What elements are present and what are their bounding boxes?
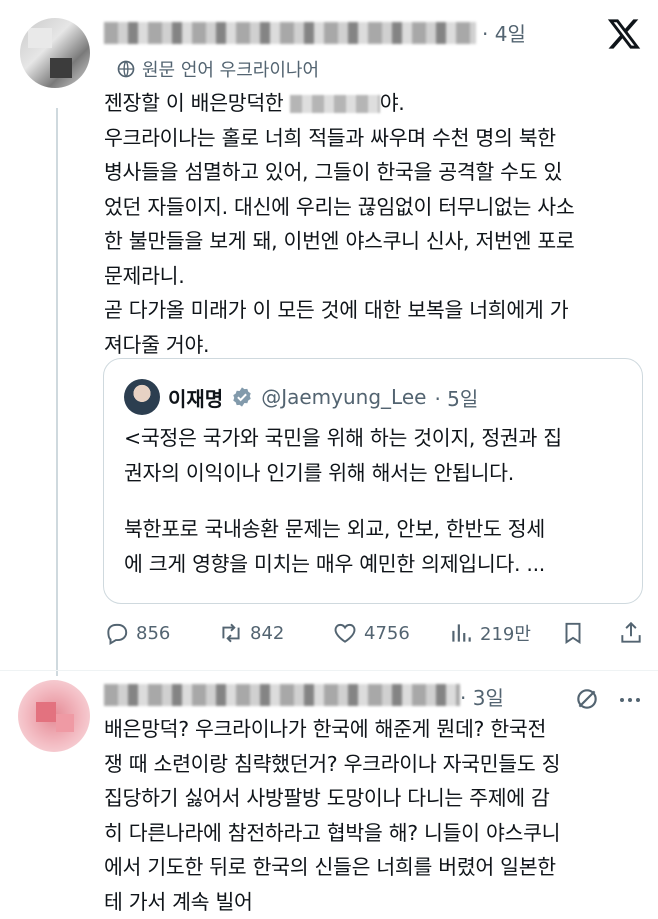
tweet-line: 야.: [380, 91, 405, 115]
tweet-line: 문제라니.: [104, 259, 652, 294]
redacted-text: [290, 95, 380, 113]
reply-line: 집당하기 싫어서 사방팔방 도망이나 다니는 주제에 감: [104, 781, 652, 816]
verified-badge-icon: [231, 386, 253, 408]
globe-icon: [116, 59, 136, 79]
tweet-line: 곧 다가올 미래가 이 모든 것에 대한 보복을 너희에게 가: [104, 293, 652, 328]
bookmark-button[interactable]: [560, 620, 586, 646]
views-count: 219만: [480, 620, 531, 646]
tweet-line: 병사들을 섬멸하고 있어, 그들이 한국을 공격할 수도 있: [104, 155, 652, 190]
x-logo-icon[interactable]: [606, 16, 642, 52]
analytics-icon: [448, 620, 474, 646]
tweet-divider: [0, 670, 658, 671]
reply-line: 배은망덕? 우크라이나가 한국에 해준게 뭔데? 한국전: [104, 712, 652, 747]
more-options-icon[interactable]: [618, 690, 642, 710]
tweet-body: 젠장할 이 배은망덕한 야. 우크라이나는 홀로 너희 적들과 싸우며 수천 명…: [104, 86, 652, 362]
tweet-line: 었던 자들이지. 대신에 우리는 끊임없이 터무니없는 사소: [104, 190, 652, 225]
bookmark-icon: [560, 620, 586, 646]
quoted-line: 북한포로 국내송환 문제는 외교, 안보, 한반도 정세: [124, 512, 624, 547]
avatar[interactable]: [20, 18, 90, 88]
share-button[interactable]: [618, 620, 644, 646]
retweet-count: 842: [250, 623, 284, 644]
quoted-body: <국정은 국가와 국민을 위해 하는 것이지, 정권과 집 권자의 이익이나 인…: [124, 421, 624, 581]
retweet-button[interactable]: 842: [218, 620, 284, 646]
reply-button[interactable]: 856: [104, 620, 170, 646]
share-icon: [618, 620, 644, 646]
like-button[interactable]: 4756: [332, 620, 410, 646]
reply-line: 에서 기도한 뒤로 한국의 신들은 너희를 버렸어 일본한: [104, 850, 652, 885]
tweet-line: 져다줄 거야.: [104, 328, 652, 363]
avatar[interactable]: [18, 680, 90, 752]
quoted-line: 권자의 이익이나 인기를 위해 해서는 안됩니다.: [124, 456, 624, 491]
quoted-line: 에 크게 영향을 미치는 매우 예민한 의제입니다. ...: [124, 547, 624, 582]
views-button[interactable]: 219만: [448, 620, 531, 646]
translation-notice[interactable]: 원문 언어 우크라이나어: [116, 56, 319, 82]
quoted-tweet-card[interactable]: 이재명 @Jaemyung_Lee · 5일 <국정은 국가와 국민을 위해 하…: [103, 358, 643, 604]
reply-line: 히 다른나라에 참전하라고 협박을 해? 니들이 야스쿠니: [104, 816, 652, 851]
reply-line: 테 가서 계속 빌어: [104, 885, 652, 919]
grok-icon[interactable]: [574, 686, 600, 712]
heart-icon: [332, 620, 358, 646]
quoted-handle: @Jaemyung_Lee: [261, 385, 426, 409]
tweet-line: 젠장할 이 배은망덕한: [104, 91, 283, 115]
tweet-timestamp[interactable]: · 3일: [460, 682, 504, 711]
tweet-timestamp[interactable]: · 4일: [482, 18, 526, 47]
quoted-timestamp: · 5일: [434, 383, 478, 412]
translation-label: 원문 언어 우크라이나어: [142, 56, 319, 82]
quoted-display-name: 이재명: [168, 383, 223, 412]
redacted-username[interactable]: [104, 684, 460, 706]
quoted-avatar: [124, 379, 160, 415]
reply-icon: [104, 620, 130, 646]
tweet-line: 한 불만들을 보게 돼, 이번엔 야스쿠니 신사, 저번엔 포로: [104, 224, 652, 259]
reply-count: 856: [136, 623, 170, 644]
retweet-icon: [218, 620, 244, 646]
action-bar: 856 842 4756 219만: [104, 616, 644, 650]
quoted-line: <국정은 국가와 국민을 위해 하는 것이지, 정권과 집: [124, 421, 624, 456]
reply-body: 배은망덕? 우크라이나가 한국에 해준게 뭔데? 한국전 쟁 때 소련이랑 침략…: [104, 712, 652, 919]
thread-connector-line: [56, 108, 58, 676]
redacted-username[interactable]: [104, 22, 476, 44]
tweet-line: 우크라이나는 홀로 너희 적들과 싸우며 수천 명의 북한: [104, 121, 652, 156]
reply-line: 쟁 때 소련이랑 침략했던거? 우크라이나 자국민들도 징: [104, 747, 652, 782]
like-count: 4756: [364, 623, 410, 644]
